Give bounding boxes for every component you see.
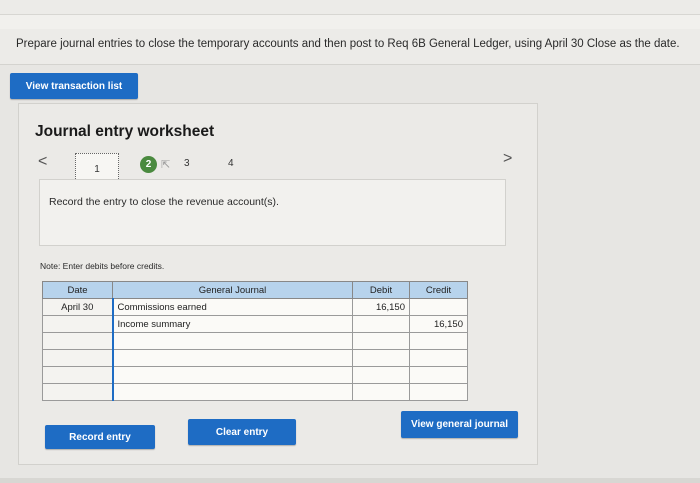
- debit-cell[interactable]: [352, 315, 410, 333]
- clear-entry-button[interactable]: Clear entry: [188, 419, 296, 445]
- date-cell[interactable]: [42, 315, 113, 333]
- credit-cell[interactable]: [409, 383, 468, 401]
- record-entry-button[interactable]: Record entry: [45, 425, 155, 449]
- date-header: Date: [42, 281, 113, 299]
- table-row: [42, 332, 468, 350]
- prev-arrow-icon[interactable]: <: [38, 153, 47, 171]
- date-cell[interactable]: [42, 366, 113, 384]
- view-general-journal-button[interactable]: View general journal: [401, 411, 518, 438]
- credit-header: Credit: [409, 281, 468, 299]
- account-cell[interactable]: [111, 349, 353, 367]
- credit-cell[interactable]: [409, 298, 468, 316]
- tab-strip: [0, 14, 700, 29]
- account-cell[interactable]: [111, 332, 353, 350]
- credit-cell[interactable]: 16,150: [409, 315, 468, 333]
- description-box: [39, 179, 506, 246]
- debit-cell[interactable]: [352, 383, 410, 401]
- account-cell[interactable]: Commissions earned: [111, 298, 353, 316]
- debit-cell[interactable]: [352, 332, 410, 350]
- step-3-tab[interactable]: 3: [184, 158, 190, 169]
- instruction-text: Prepare journal entries to close the tem…: [16, 38, 680, 50]
- step-4-tab[interactable]: 4: [228, 158, 234, 169]
- table-row: April 30 Commissions earned 16,150: [42, 298, 468, 316]
- debit-cell[interactable]: 16,150: [352, 298, 410, 316]
- account-cell[interactable]: [111, 383, 353, 401]
- journal-table: Date General Journal Debit Credit April …: [42, 281, 468, 401]
- credit-cell[interactable]: [409, 366, 468, 384]
- table-row: [42, 349, 468, 367]
- debit-cell[interactable]: [352, 366, 410, 384]
- account-cell[interactable]: [111, 366, 353, 384]
- credit-cell[interactable]: [409, 349, 468, 367]
- table-row: [42, 366, 468, 384]
- debit-cell[interactable]: [352, 349, 410, 367]
- top-bar: [0, 0, 700, 65]
- table-row: Income summary 16,150: [42, 315, 468, 333]
- date-cell[interactable]: April 30: [42, 298, 113, 316]
- mouse-cursor-icon: ⇱: [161, 159, 171, 171]
- date-cell[interactable]: [42, 349, 113, 367]
- date-cell[interactable]: [42, 332, 113, 350]
- view-transaction-list-button[interactable]: View transaction list: [10, 73, 138, 99]
- note-text: Note: Enter debits before credits.: [40, 261, 165, 271]
- next-arrow-icon[interactable]: >: [503, 150, 512, 168]
- date-cell[interactable]: [42, 383, 113, 401]
- worksheet-title: Journal entry worksheet: [35, 123, 215, 140]
- bottom-edge: [0, 478, 700, 483]
- step-2-tab[interactable]: 2: [140, 156, 157, 173]
- account-cell[interactable]: Income summary: [111, 315, 353, 333]
- entry-description: Record the entry to close the revenue ac…: [49, 196, 279, 208]
- debit-header: Debit: [352, 281, 410, 299]
- table-row: [42, 383, 468, 401]
- general-journal-header: General Journal: [112, 281, 353, 299]
- credit-cell[interactable]: [409, 332, 468, 350]
